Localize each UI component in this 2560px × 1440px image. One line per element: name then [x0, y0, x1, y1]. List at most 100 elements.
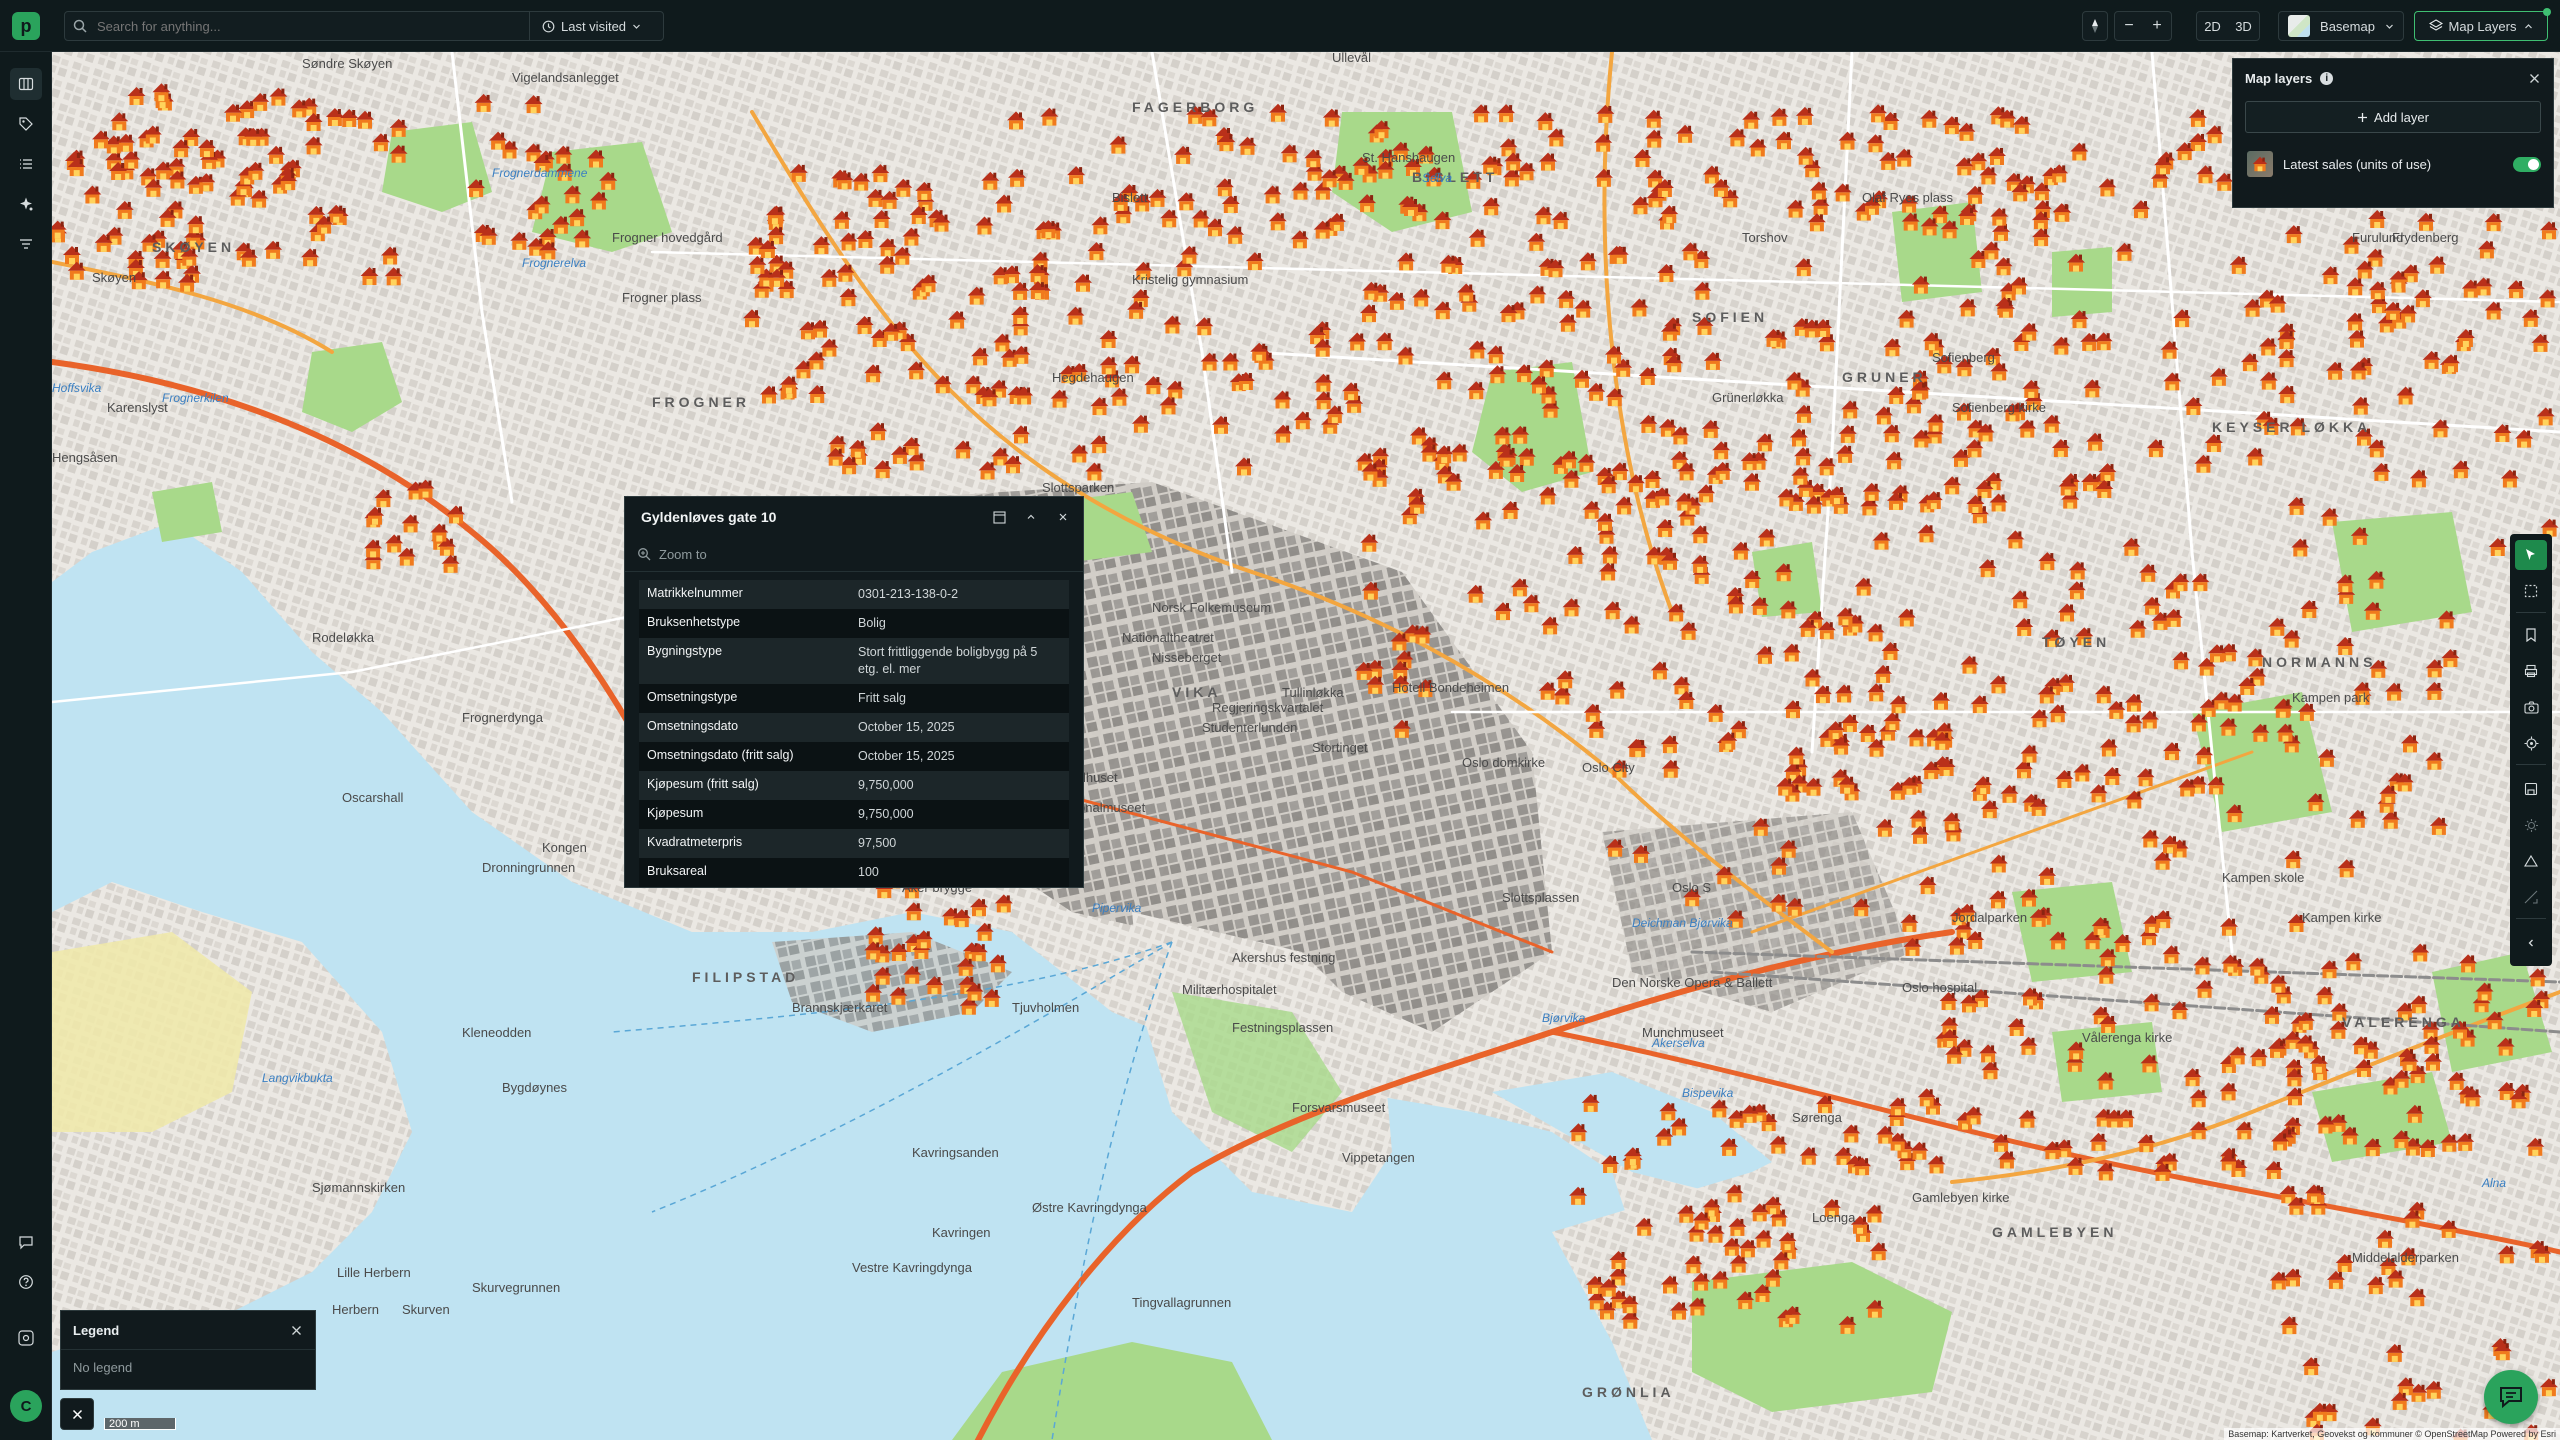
place-label: Den Norske Opera & Ballett — [1612, 975, 1773, 990]
compass-button[interactable] — [2082, 11, 2108, 41]
zoom-to-button[interactable]: Zoom to — [625, 537, 1083, 572]
place-label: Sofienberg kirke — [1952, 400, 2046, 415]
last-visited-dropdown[interactable]: Last visited — [530, 12, 653, 40]
cursor-icon — [2526, 549, 2535, 560]
locate-tool-button[interactable] — [2515, 728, 2547, 758]
left-rail: C — [0, 52, 52, 1440]
district-label: VIKA — [1172, 684, 1221, 700]
attribute-key: Omsetningstype — [647, 690, 738, 704]
zoom-in-button[interactable]: + — [2152, 17, 2161, 35]
place-label: Tullinløkka — [1282, 685, 1344, 700]
place-label: Vålerenga kirke — [2082, 1030, 2172, 1045]
place-label: Herbern — [332, 1302, 379, 1317]
locate-icon — [2524, 736, 2538, 750]
search-input[interactable] — [95, 17, 529, 35]
info-icon[interactable]: i — [2320, 71, 2334, 85]
attribute-row: Bygningstype Stort frittliggende boligbyg… — [639, 638, 1069, 684]
basemap-button[interactable]: Basemap — [2278, 11, 2404, 41]
print-tool-button[interactable] — [2515, 656, 2547, 686]
daylight-tool-button[interactable] — [2515, 810, 2547, 840]
compass-icon — [2092, 19, 2098, 33]
district-label: TØYEN — [2042, 634, 2110, 650]
place-label: Furulund — [2352, 230, 2403, 245]
camera-icon — [2523, 700, 2539, 714]
popup-close-button[interactable] — [1053, 507, 1073, 527]
add-layer-label: Add layer — [2374, 109, 2429, 125]
place-label: Skurvegrunnen — [472, 1280, 560, 1295]
zoom-out-button[interactable]: − — [2124, 17, 2133, 35]
layers-panel-header: Map layers i — [2233, 59, 2553, 97]
attribute-key: Omsetningsdato — [647, 719, 739, 733]
rail-help-button[interactable] — [10, 1266, 42, 1298]
place-label: Olaf Ryes plass — [1862, 190, 1954, 205]
layers-close-button[interactable] — [2525, 69, 2543, 87]
attribute-key: Bruksenhetstype — [647, 615, 741, 629]
legend-header: Legend — [61, 1311, 315, 1350]
tool-separator — [2516, 764, 2546, 765]
place-label: Vestre Kavringdynga — [852, 1260, 973, 1275]
attribute-row: Omsetningsdato (fritt salg) October 15, 2… — [639, 742, 1069, 771]
save-tool-button[interactable] — [2515, 774, 2547, 804]
zoom-controls: − + — [2114, 11, 2172, 41]
chevron-left-icon — [2528, 939, 2533, 947]
place-label: Lille Herbern — [337, 1265, 411, 1280]
chat-fab-button[interactable] — [2484, 1370, 2538, 1424]
rail-map-button[interactable] — [10, 68, 42, 100]
district-label: GAMLEBYEN — [1992, 1224, 2117, 1240]
legend-close-button[interactable] — [287, 1321, 305, 1339]
attribute-table: Matrikkelnummer 0301-213-138-0-2 Bruksenhe… — [639, 580, 1069, 887]
app-logo[interactable]: p — [12, 12, 40, 40]
collapse-button[interactable] — [1021, 507, 1041, 527]
place-label: Loenga — [1812, 1210, 1856, 1225]
place-label: Regjeringskvartalet — [1212, 700, 1324, 715]
water-label: Bjørvika — [1542, 1011, 1586, 1025]
dock-button[interactable] — [989, 507, 1009, 527]
place-label: Oslo hospital — [1902, 980, 1977, 995]
attribute-key: Kjøpesum — [647, 806, 704, 820]
place-label: Skurven — [402, 1302, 450, 1317]
close-icon — [1059, 513, 1067, 521]
place-label: Tingvallagrunnen — [1132, 1295, 1231, 1310]
chevron-down-icon — [2386, 24, 2393, 29]
layer-visibility-toggle[interactable] — [2513, 156, 2541, 172]
rail-settings-button[interactable] — [10, 1322, 42, 1354]
bookmark-tool-button[interactable] — [2515, 620, 2547, 650]
legend-toggle-button[interactable] — [60, 1398, 94, 1430]
place-label: Slottsparken — [1042, 480, 1114, 495]
rail-list-button[interactable] — [10, 148, 42, 180]
attribute-key: Bruksareal — [647, 864, 707, 878]
place-label: Sjømannskirken — [312, 1180, 405, 1195]
box-select-tool-button[interactable] — [2515, 576, 2547, 606]
place-label: Oscarshall — [342, 790, 404, 805]
add-layer-button[interactable]: Add layer — [2245, 101, 2541, 133]
rail-ai-button[interactable] — [10, 188, 42, 220]
basemap-thumbnail — [2288, 15, 2311, 37]
place-label: Frogner hovedgård — [612, 230, 723, 245]
place-label: Oslo City — [1582, 760, 1635, 775]
rail-filter-button[interactable] — [10, 228, 42, 260]
map-layers-button[interactable]: Map Layers — [2414, 8, 2551, 41]
layer-row[interactable]: Latest sales (units of use) — [2247, 151, 2541, 177]
feature-popup: Gyldenløves gate 10 Zoom to Matrikkelnum… — [624, 496, 1084, 888]
measure-tool-button[interactable] — [2515, 846, 2547, 876]
rail-tag-button[interactable] — [10, 108, 42, 140]
district-label: FROGNER — [652, 394, 750, 410]
view-2d-button[interactable]: 2D — [2204, 19, 2221, 34]
collapse-tools-button[interactable] — [2515, 928, 2547, 958]
tool-separator — [2516, 612, 2546, 613]
rail-chat-button[interactable] — [10, 1226, 42, 1258]
place-label: Brannskjærkaret — [792, 1000, 888, 1015]
zoom-to-label: Zoom to — [659, 546, 707, 562]
place-label: Østre Kavringdynga — [1032, 1200, 1148, 1215]
place-label: Kongen — [542, 840, 587, 855]
search-box: Last visited — [64, 11, 664, 41]
place-label: Tjuvholmen — [1012, 1000, 1079, 1015]
line-tool-button[interactable] — [2515, 882, 2547, 912]
select-tool-button[interactable] — [2515, 540, 2547, 570]
screenshot-tool-button[interactable] — [2515, 692, 2547, 722]
attribute-value: October 15, 2025 — [858, 720, 955, 734]
view-3d-button[interactable]: 3D — [2235, 19, 2252, 34]
attribute-row: Omsetningstype Fritt salg — [639, 684, 1069, 713]
user-avatar[interactable]: C — [10, 1390, 42, 1422]
map-canvas[interactable]: FAGERBORG SKØYEN FROGNER TØYEN NORMANNS KEYSE… — [52, 52, 2560, 1440]
